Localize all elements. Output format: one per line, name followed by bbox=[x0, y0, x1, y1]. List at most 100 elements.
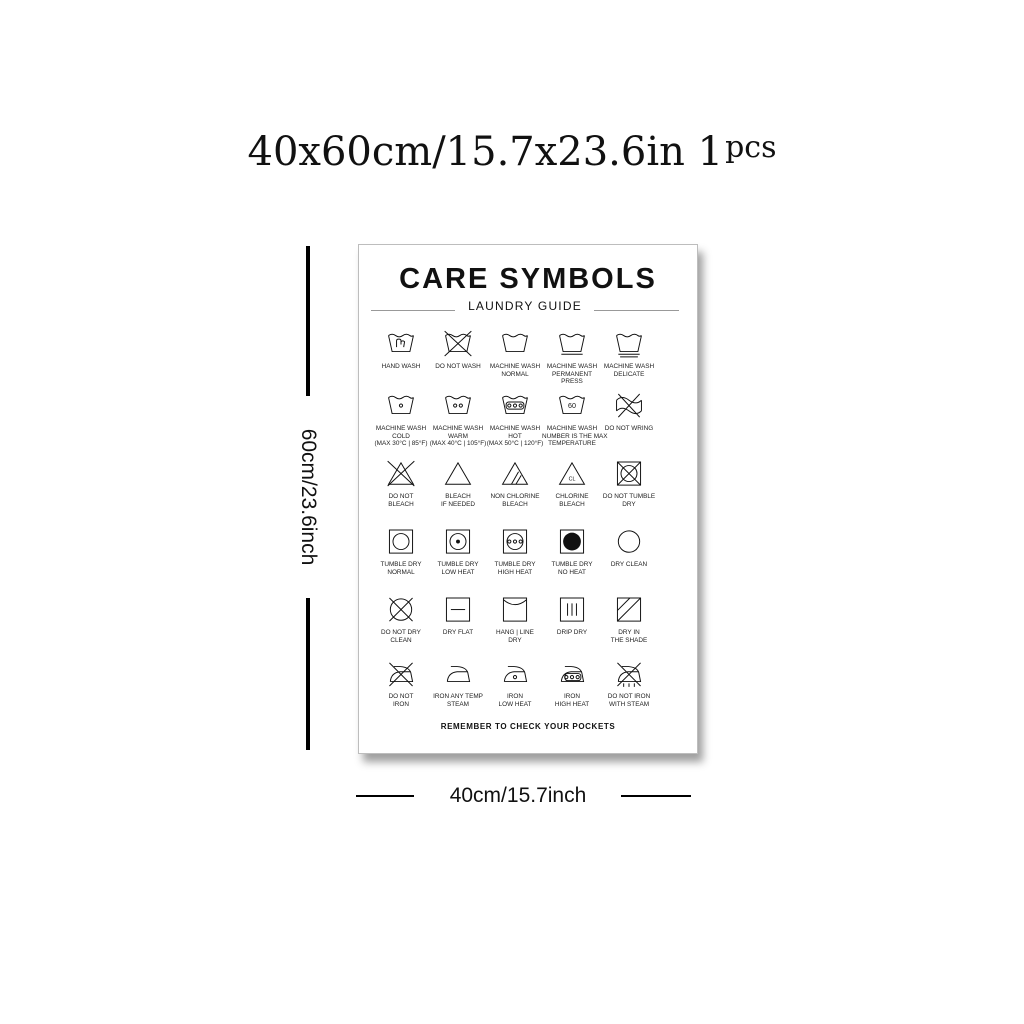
care-symbol-label-line: DRY FLAT bbox=[442, 629, 474, 636]
care-symbol-label: MACHINE WASH NUMBER IS THE MAX TEMPERATURE bbox=[542, 425, 608, 448]
care-symbol-label: TUMBLE DRY LOW HEAT bbox=[428, 561, 488, 576]
care-symbol-label-line: NON CHLORINE bbox=[490, 493, 540, 500]
care-symbol-machine-wash-60: 60 MACHINE WASH NUMBER IS THE MAX TEMPERATU… bbox=[542, 391, 608, 457]
machine-wash-cold-icon bbox=[388, 395, 414, 415]
care-symbol-label: DO NOT DRY CLEAN bbox=[371, 629, 431, 644]
care-symbol-label-line: DRIP DRY bbox=[556, 629, 588, 636]
do-not-bleach-icon bbox=[387, 460, 415, 487]
care-symbol-hang-line-dry: HANG | LINE DRY bbox=[485, 595, 545, 661]
care-symbol-bleach-if-needed: BLEACH IF NEEDED bbox=[428, 459, 488, 525]
machine-wash-normal-icon bbox=[502, 333, 528, 353]
care-symbol-do-not-tumble-dry: DO NOT TUMBLE DRY bbox=[599, 459, 659, 525]
care-symbol-do-not-wring: DO NOT WRING bbox=[599, 391, 659, 457]
care-symbol-label-line: NORMAL bbox=[501, 370, 529, 378]
do-not-wash-icon bbox=[444, 330, 472, 357]
do-not-dry-clean-icon bbox=[389, 597, 413, 622]
size-heading: 40x60cm/15.7x23.6in 1pcs bbox=[0, 128, 1024, 180]
care-symbol-label-line: DO NOT WRING bbox=[604, 425, 654, 432]
care-symbol-label-line: IRON ANY TEMP bbox=[433, 693, 483, 700]
care-symbol-label: NON CHLORINE BLEACH bbox=[485, 493, 545, 508]
size-heading-suffix: pcs bbox=[725, 130, 777, 165]
dry-in-shade-icon bbox=[616, 597, 642, 622]
care-symbol-label-line: THE SHADE bbox=[610, 636, 648, 644]
care-symbol-label: BLEACH IF NEEDED bbox=[428, 493, 488, 508]
care-symbol-label-line: HIGH HEAT bbox=[497, 568, 533, 576]
care-symbol-label: MACHINE WASH WARM (MAX 40°C | 105°F) bbox=[428, 425, 488, 448]
drip-dry-icon bbox=[559, 597, 585, 622]
care-symbol-label: DO NOT TUMBLE DRY bbox=[599, 493, 659, 508]
iron-any-temp-icon bbox=[446, 665, 471, 683]
care-symbol-dry-flat: DRY FLAT bbox=[428, 595, 488, 661]
care-symbol-label-line: MACHINE WASH bbox=[546, 425, 598, 432]
tumble-dry-no-heat-icon bbox=[559, 529, 585, 554]
care-symbol-label-line: IRON bbox=[393, 700, 409, 708]
care-symbol-label-line: (MAX 40°C | 105°F) bbox=[429, 440, 487, 448]
care-symbol-label-line: DO NOT bbox=[388, 693, 414, 700]
care-symbol-machine-wash-delicate: MACHINE WASH DELICATE bbox=[599, 329, 659, 395]
machine-wash-warm-icon bbox=[445, 395, 471, 415]
care-symbol-label-line: BLEACH bbox=[502, 500, 528, 508]
care-symbol-label: DRIP DRY bbox=[542, 629, 602, 637]
care-symbol-do-not-iron-with-steam: DO NOT IRON WITH STEAM bbox=[599, 659, 659, 725]
size-heading-text: 40x60cm/15.7x23.6in 1 bbox=[247, 129, 724, 175]
height-dimension-label: 60cm/23.6inch bbox=[297, 428, 320, 566]
care-symbol-label-line: (MAX 30°C | 85°F) bbox=[374, 440, 428, 448]
care-symbol-label: IRON HIGH HEAT bbox=[542, 693, 602, 708]
care-symbol-label-line: IRON bbox=[507, 693, 523, 700]
care-symbol-tumble-dry-no-heat: TUMBLE DRY NO HEAT bbox=[542, 527, 602, 593]
height-dimension-line-bottom bbox=[306, 598, 310, 750]
chlorine-bleach-icon: CL bbox=[558, 461, 586, 485]
machine-wash-60-icon: 60 bbox=[559, 395, 585, 415]
care-symbol-label-line: DRY bbox=[508, 636, 522, 644]
care-symbol-label-line: TUMBLE DRY bbox=[494, 561, 536, 568]
care-symbol-label-line: NO HEAT bbox=[558, 568, 586, 576]
care-symbol-dry-clean: DRY CLEAN bbox=[599, 527, 659, 593]
care-symbol-label-line: DRY IN bbox=[618, 629, 640, 636]
care-symbol-label-line: NORMAL bbox=[387, 568, 415, 576]
care-symbol-label: IRON LOW HEAT bbox=[485, 693, 545, 708]
hand-wash-icon bbox=[388, 333, 414, 353]
care-symbol-machine-wash-hot: MACHINE WASH HOT (MAX 50°C | 120°F) bbox=[485, 391, 545, 457]
machine-wash-delicate-icon bbox=[616, 333, 642, 358]
care-symbol-label-line: DRY bbox=[622, 500, 636, 508]
care-symbol-label: CHLORINE BLEACH bbox=[542, 493, 602, 508]
do-not-wring-icon bbox=[616, 393, 642, 418]
care-symbol-label: HAND WASH bbox=[371, 363, 431, 371]
care-symbol-label: DO NOT IRON bbox=[371, 693, 431, 708]
care-symbol-label-line: MACHINE WASH bbox=[489, 425, 541, 432]
care-symbol-label-line: DO NOT bbox=[388, 493, 414, 500]
care-symbol-tumble-dry-normal: TUMBLE DRY NORMAL bbox=[371, 527, 431, 593]
poster-subtitle-row: LAUNDRY GUIDE bbox=[371, 299, 679, 315]
care-symbol-label-line: TUMBLE DRY bbox=[380, 561, 422, 568]
care-symbol-label-line: DELICATE bbox=[613, 370, 645, 378]
care-symbol-label-line: HIGH HEAT bbox=[554, 700, 590, 708]
care-symbol-machine-wash-normal: MACHINE WASH NORMAL bbox=[485, 329, 545, 395]
care-symbol-label-line: DO NOT TUMBLE bbox=[602, 493, 656, 500]
svg-text:60: 60 bbox=[568, 402, 576, 410]
tumble-dry-low-heat-icon bbox=[445, 529, 471, 554]
care-symbol-chlorine-bleach: CL CHLORINE BLEACH bbox=[542, 459, 602, 525]
care-symbol-drip-dry: DRIP DRY bbox=[542, 595, 602, 661]
care-symbol-label: MACHINE WASH COLD (MAX 30°C | 85°F) bbox=[371, 425, 431, 448]
care-symbol-iron-any-temp: IRON ANY TEMP STEAM bbox=[428, 659, 488, 725]
width-dimension-line-left bbox=[356, 795, 414, 797]
care-symbol-label: DRY IN THE SHADE bbox=[599, 629, 659, 644]
care-symbol-label: MACHINE WASH PERMANENT PRESS bbox=[542, 363, 602, 386]
care-symbol-label: TUMBLE DRY HIGH HEAT bbox=[485, 561, 545, 576]
care-symbol-label: MACHINE WASH DELICATE bbox=[599, 363, 659, 378]
bleach-if-needed-icon bbox=[444, 461, 472, 485]
care-symbols-poster: CARE SYMBOLS LAUNDRY GUIDE HAND WASH DO N… bbox=[358, 244, 698, 754]
care-symbol-tumble-dry-high-heat: TUMBLE DRY HIGH HEAT bbox=[485, 527, 545, 593]
care-symbol-label: DRY FLAT bbox=[428, 629, 488, 637]
care-symbol-label-line: MACHINE WASH bbox=[603, 363, 655, 370]
care-symbol-label-line: BLEACH bbox=[445, 493, 471, 500]
care-symbol-dry-in-shade: DRY IN THE SHADE bbox=[599, 595, 659, 661]
care-symbol-label-line: BLEACH bbox=[388, 500, 414, 508]
care-symbol-label-line: IRON bbox=[564, 693, 580, 700]
care-symbol-label: MACHINE WASH HOT (MAX 50°C | 120°F) bbox=[485, 425, 545, 448]
width-dimension-label: 40cm/15.7inch bbox=[449, 784, 587, 807]
care-symbol-iron-high-heat: IRON HIGH HEAT bbox=[542, 659, 602, 725]
poster-title: CARE SYMBOLS bbox=[399, 263, 657, 295]
care-symbol-machine-wash-warm: MACHINE WASH WARM (MAX 40°C | 105°F) bbox=[428, 391, 488, 457]
care-symbol-label-line: (MAX 50°C | 120°F) bbox=[486, 440, 544, 448]
